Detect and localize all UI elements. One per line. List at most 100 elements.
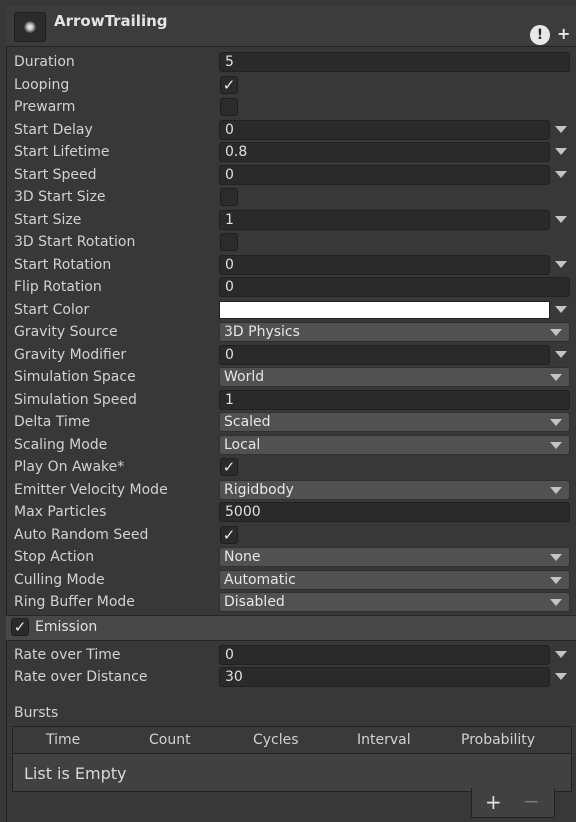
culling-mode-value: Automatic [224, 572, 296, 588]
label-delta-time: Delta Time [14, 414, 91, 430]
label-duration: Duration [14, 54, 75, 70]
chevron-down-icon [550, 599, 562, 606]
particle-glow [24, 21, 36, 33]
label-simulation-speed: Simulation Speed [14, 392, 137, 408]
label-flip-rotation: Flip Rotation [14, 279, 102, 295]
scaling-mode-dropdown[interactable]: Local [219, 435, 570, 455]
chevron-down-icon [550, 487, 562, 494]
curve-mode-dropdown-icon[interactable] [555, 351, 567, 358]
row-ring-buffer-mode: Ring Buffer Mode Disabled [14, 592, 570, 614]
row-start-size: Start Size 1 [14, 210, 570, 232]
curve-mode-dropdown-icon[interactable] [555, 651, 567, 658]
chevron-down-icon [550, 442, 562, 449]
stop-action-dropdown[interactable]: None [219, 547, 570, 567]
3d-start-size-checkbox[interactable] [220, 188, 238, 206]
label-emitter-velocity-mode: Emitter Velocity Mode [14, 482, 168, 498]
color-mode-dropdown-icon[interactable] [555, 306, 567, 313]
row-duration: Duration 5 [14, 52, 570, 74]
plus-icon[interactable]: + [557, 24, 570, 43]
column-header-cycles: Cycles [253, 732, 299, 748]
label-start-delay: Start Delay [14, 122, 93, 138]
curve-mode-dropdown-icon[interactable] [555, 216, 567, 223]
label-start-lifetime: Start Lifetime [14, 144, 110, 160]
start-delay-field[interactable]: 0 [219, 120, 550, 140]
label-prewarm: Prewarm [14, 99, 76, 115]
emission-module-header[interactable]: ✓ Emission [6, 615, 576, 641]
column-header-time: Time [46, 732, 81, 748]
emission-module-title: Emission [35, 619, 98, 635]
gravity-source-dropdown[interactable]: 3D Physics [219, 322, 570, 342]
gravity-source-value: 3D Physics [224, 324, 300, 340]
chevron-down-icon [550, 554, 562, 561]
row-3d-start-size: 3D Start Size [14, 187, 570, 209]
row-delta-time: Delta Time Scaled [14, 412, 570, 434]
start-size-field[interactable]: 1 [219, 210, 550, 230]
flip-rotation-field[interactable]: 0 [219, 277, 570, 297]
play-on-awake-checkbox[interactable]: ✓ [220, 458, 238, 476]
column-header-probability: Probability [461, 732, 536, 748]
ring-buffer-mode-dropdown[interactable]: Disabled [219, 592, 570, 612]
prewarm-checkbox[interactable] [220, 98, 238, 116]
label-rate-over-distance: Rate over Distance [14, 669, 148, 685]
remove-burst-button[interactable]: − [523, 789, 540, 813]
row-gravity-modifier: Gravity Modifier 0 [14, 345, 570, 367]
bursts-table-header: Time Count Cycles Interval Probability [13, 727, 571, 754]
row-prewarm: Prewarm [14, 97, 570, 119]
row-auto-random-seed: Auto Random Seed ✓ [14, 525, 570, 547]
label-stop-action: Stop Action [14, 549, 95, 565]
label-auto-random-seed: Auto Random Seed [14, 527, 149, 543]
curve-mode-dropdown-icon[interactable] [555, 126, 567, 133]
column-header-count: Count [149, 732, 191, 748]
max-particles-field[interactable]: 5000 [219, 502, 570, 522]
rate-over-distance-field[interactable]: 30 [219, 667, 550, 687]
row-start-speed: Start Speed 0 [14, 165, 570, 187]
row-start-delay: Start Delay 0 [14, 120, 570, 142]
row-looping: Looping ✓ [14, 75, 570, 97]
row-simulation-space: Simulation Space World [14, 367, 570, 389]
component-header: ArrowTrailing ! + [6, 6, 576, 47]
label-start-speed: Start Speed [14, 167, 97, 183]
row-simulation-speed: Simulation Speed 1 [14, 390, 570, 412]
label-rate-over-time: Rate over Time [14, 647, 121, 663]
delta-time-dropdown[interactable]: Scaled [219, 412, 570, 432]
auto-random-seed-checkbox[interactable]: ✓ [220, 526, 238, 544]
row-culling-mode: Culling Mode Automatic [14, 570, 570, 592]
label-scaling-mode: Scaling Mode [14, 437, 108, 453]
curve-mode-dropdown-icon[interactable] [555, 673, 567, 680]
row-3d-start-rotation: 3D Start Rotation [14, 232, 570, 254]
gravity-modifier-field[interactable]: 0 [219, 345, 550, 365]
row-scaling-mode: Scaling Mode Local [14, 435, 570, 457]
start-color-swatch[interactable] [219, 301, 550, 319]
3d-start-rotation-checkbox[interactable] [220, 233, 238, 251]
emitter-velocity-mode-dropdown[interactable]: Rigidbody [219, 480, 570, 500]
rate-over-time-field[interactable]: 0 [219, 645, 550, 665]
label-3d-start-rotation: 3D Start Rotation [14, 234, 136, 250]
start-speed-field[interactable]: 0 [219, 165, 550, 185]
curve-mode-dropdown-icon[interactable] [555, 148, 567, 155]
row-play-on-awake: Play On Awake* ✓ [14, 457, 570, 479]
duration-field[interactable]: 5 [219, 52, 570, 72]
chevron-down-icon [550, 419, 562, 426]
emitter-velocity-mode-value: Rigidbody [224, 482, 294, 498]
row-flip-rotation: Flip Rotation 0 [14, 277, 570, 299]
simulation-space-dropdown[interactable]: World [219, 367, 570, 387]
row-rate-over-time: Rate over Time 0 [14, 645, 570, 667]
add-burst-button[interactable]: + [485, 790, 502, 814]
looping-checkbox[interactable]: ✓ [220, 76, 238, 94]
emission-enabled-checkbox[interactable]: ✓ [11, 618, 29, 636]
start-rotation-field[interactable]: 0 [219, 255, 550, 275]
bursts-table: Time Count Cycles Interval Probability L… [12, 726, 572, 792]
label-start-rotation: Start Rotation [14, 257, 112, 273]
label-play-on-awake: Play On Awake* [14, 459, 125, 475]
row-start-color: Start Color [14, 300, 570, 322]
curve-mode-dropdown-icon[interactable] [555, 261, 567, 268]
exclamation-icon[interactable]: ! [530, 25, 550, 45]
curve-mode-dropdown-icon[interactable] [555, 171, 567, 178]
culling-mode-dropdown[interactable]: Automatic [219, 570, 570, 590]
chevron-down-icon [550, 577, 562, 584]
label-start-color: Start Color [14, 302, 90, 318]
simulation-speed-field[interactable]: 1 [219, 390, 570, 410]
label-culling-mode: Culling Mode [14, 572, 105, 588]
start-lifetime-field[interactable]: 0.8 [219, 142, 550, 162]
bursts-list-footer: + − [471, 788, 555, 818]
